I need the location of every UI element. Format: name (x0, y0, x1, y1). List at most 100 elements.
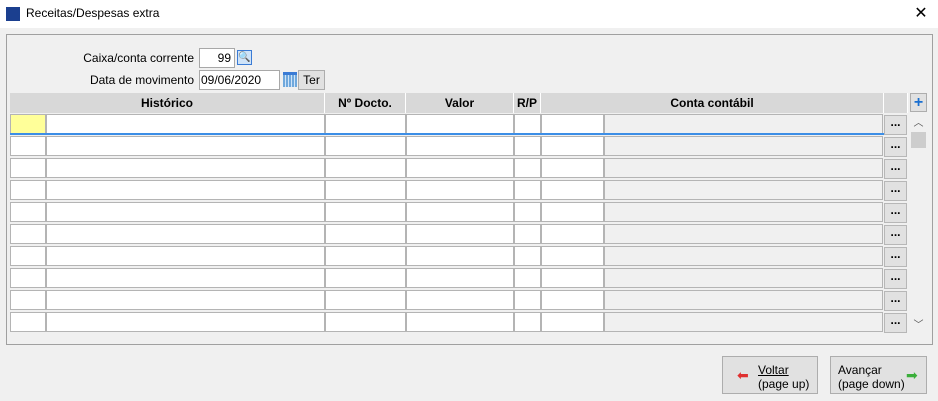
cell-docto[interactable] (325, 268, 406, 288)
cell-docto[interactable] (325, 290, 406, 310)
cell-valor[interactable] (406, 246, 514, 266)
cell-sel[interactable] (10, 114, 46, 134)
cell-valor[interactable] (406, 114, 514, 134)
cell-sel[interactable] (10, 312, 46, 332)
cell-rp[interactable] (514, 202, 541, 222)
calendar-icon[interactable] (283, 72, 297, 87)
cell-conta-descricao[interactable] (604, 202, 883, 222)
cell-sel[interactable] (10, 246, 46, 266)
cell-rp[interactable] (514, 268, 541, 288)
cell-rp[interactable] (514, 158, 541, 178)
cell-docto[interactable] (325, 114, 406, 134)
cell-sel[interactable] (10, 136, 46, 156)
caixa-input[interactable]: 99 (199, 48, 235, 68)
cell-valor[interactable] (406, 158, 514, 178)
cell-conta-codigo[interactable] (541, 312, 604, 332)
lookup-button[interactable]: ... (884, 181, 907, 201)
cell-docto[interactable] (325, 312, 406, 332)
cell-docto[interactable] (325, 158, 406, 178)
cell-conta-descricao[interactable] (604, 224, 883, 244)
cell-conta-descricao[interactable] (604, 246, 883, 266)
cell-historico[interactable] (46, 158, 325, 178)
cell-historico[interactable] (46, 202, 325, 222)
header-historico[interactable]: Histórico (10, 93, 325, 113)
cell-sel[interactable] (10, 290, 46, 310)
cell-docto[interactable] (325, 202, 406, 222)
cell-conta-codigo[interactable] (541, 114, 604, 134)
cell-conta-descricao[interactable] (604, 290, 883, 310)
scroll-thumb[interactable] (911, 132, 926, 148)
cell-rp[interactable] (514, 180, 541, 200)
cell-conta-codigo[interactable] (541, 180, 604, 200)
header-rp[interactable]: R/P (514, 93, 541, 113)
next-button[interactable]: Avançar (page down) ➡ (830, 356, 927, 394)
cell-historico[interactable] (46, 114, 325, 134)
next-label: Avançar (838, 363, 882, 377)
cell-sel[interactable] (10, 180, 46, 200)
cell-rp[interactable] (514, 136, 541, 156)
day-button[interactable]: Ter (298, 70, 325, 90)
cell-conta-descricao[interactable] (604, 136, 883, 156)
cell-valor[interactable] (406, 224, 514, 244)
lookup-button[interactable]: ... (884, 269, 907, 289)
cell-sel[interactable] (10, 268, 46, 288)
cell-conta-codigo[interactable] (541, 158, 604, 178)
lookup-button[interactable]: ... (884, 203, 907, 223)
cell-sel[interactable] (10, 158, 46, 178)
cell-docto[interactable] (325, 224, 406, 244)
header-conta[interactable]: Conta contábil (541, 93, 884, 113)
cell-rp[interactable] (514, 290, 541, 310)
lookup-button[interactable]: ... (884, 247, 907, 267)
cell-historico[interactable] (46, 290, 325, 310)
lookup-button[interactable]: ... (884, 137, 907, 157)
cell-valor[interactable] (406, 312, 514, 332)
back-button[interactable]: ⬅ Voltar (page up) (722, 356, 818, 394)
data-input[interactable]: 09/06/2020 (199, 70, 280, 90)
cell-rp[interactable] (514, 224, 541, 244)
cell-conta-codigo[interactable] (541, 268, 604, 288)
header-valor[interactable]: Valor (406, 93, 514, 113)
header-docto[interactable]: Nº Docto. (325, 93, 406, 113)
cell-sel[interactable] (10, 224, 46, 244)
add-row-button[interactable]: + (910, 93, 927, 112)
cell-docto[interactable] (325, 246, 406, 266)
cell-valor[interactable] (406, 290, 514, 310)
cell-sel[interactable] (10, 202, 46, 222)
scrollbar[interactable]: ︿ ﹀ (910, 114, 927, 334)
cell-conta-descricao[interactable] (604, 180, 883, 200)
cell-conta-descricao[interactable] (604, 268, 883, 288)
cell-valor[interactable] (406, 136, 514, 156)
cell-rp[interactable] (514, 246, 541, 266)
cell-valor[interactable] (406, 268, 514, 288)
cell-conta-codigo[interactable] (541, 246, 604, 266)
scroll-up-icon[interactable]: ︿ (910, 114, 927, 130)
search-icon[interactable]: 🔍 (237, 50, 252, 65)
cell-historico[interactable] (46, 246, 325, 266)
scroll-down-icon[interactable]: ﹀ (910, 316, 927, 332)
cell-historico[interactable] (46, 312, 325, 332)
header-blank (884, 93, 908, 113)
cell-conta-codigo[interactable] (541, 290, 604, 310)
lookup-button[interactable]: ... (884, 115, 907, 135)
close-button[interactable]: ✕ (910, 3, 932, 25)
cell-conta-codigo[interactable] (541, 224, 604, 244)
cell-valor[interactable] (406, 180, 514, 200)
cell-historico[interactable] (46, 180, 325, 200)
cell-conta-descricao[interactable] (604, 312, 883, 332)
cell-docto[interactable] (325, 180, 406, 200)
lookup-button[interactable]: ... (884, 313, 907, 333)
cell-conta-codigo[interactable] (541, 202, 604, 222)
cell-historico[interactable] (46, 136, 325, 156)
lookup-button[interactable]: ... (884, 225, 907, 245)
cell-conta-descricao[interactable] (604, 158, 883, 178)
cell-rp[interactable] (514, 114, 541, 134)
cell-docto[interactable] (325, 136, 406, 156)
cell-conta-codigo[interactable] (541, 136, 604, 156)
cell-conta-descricao[interactable] (604, 114, 883, 134)
cell-historico[interactable] (46, 268, 325, 288)
cell-historico[interactable] (46, 224, 325, 244)
cell-rp[interactable] (514, 312, 541, 332)
lookup-button[interactable]: ... (884, 291, 907, 311)
cell-valor[interactable] (406, 202, 514, 222)
lookup-button[interactable]: ... (884, 159, 907, 179)
